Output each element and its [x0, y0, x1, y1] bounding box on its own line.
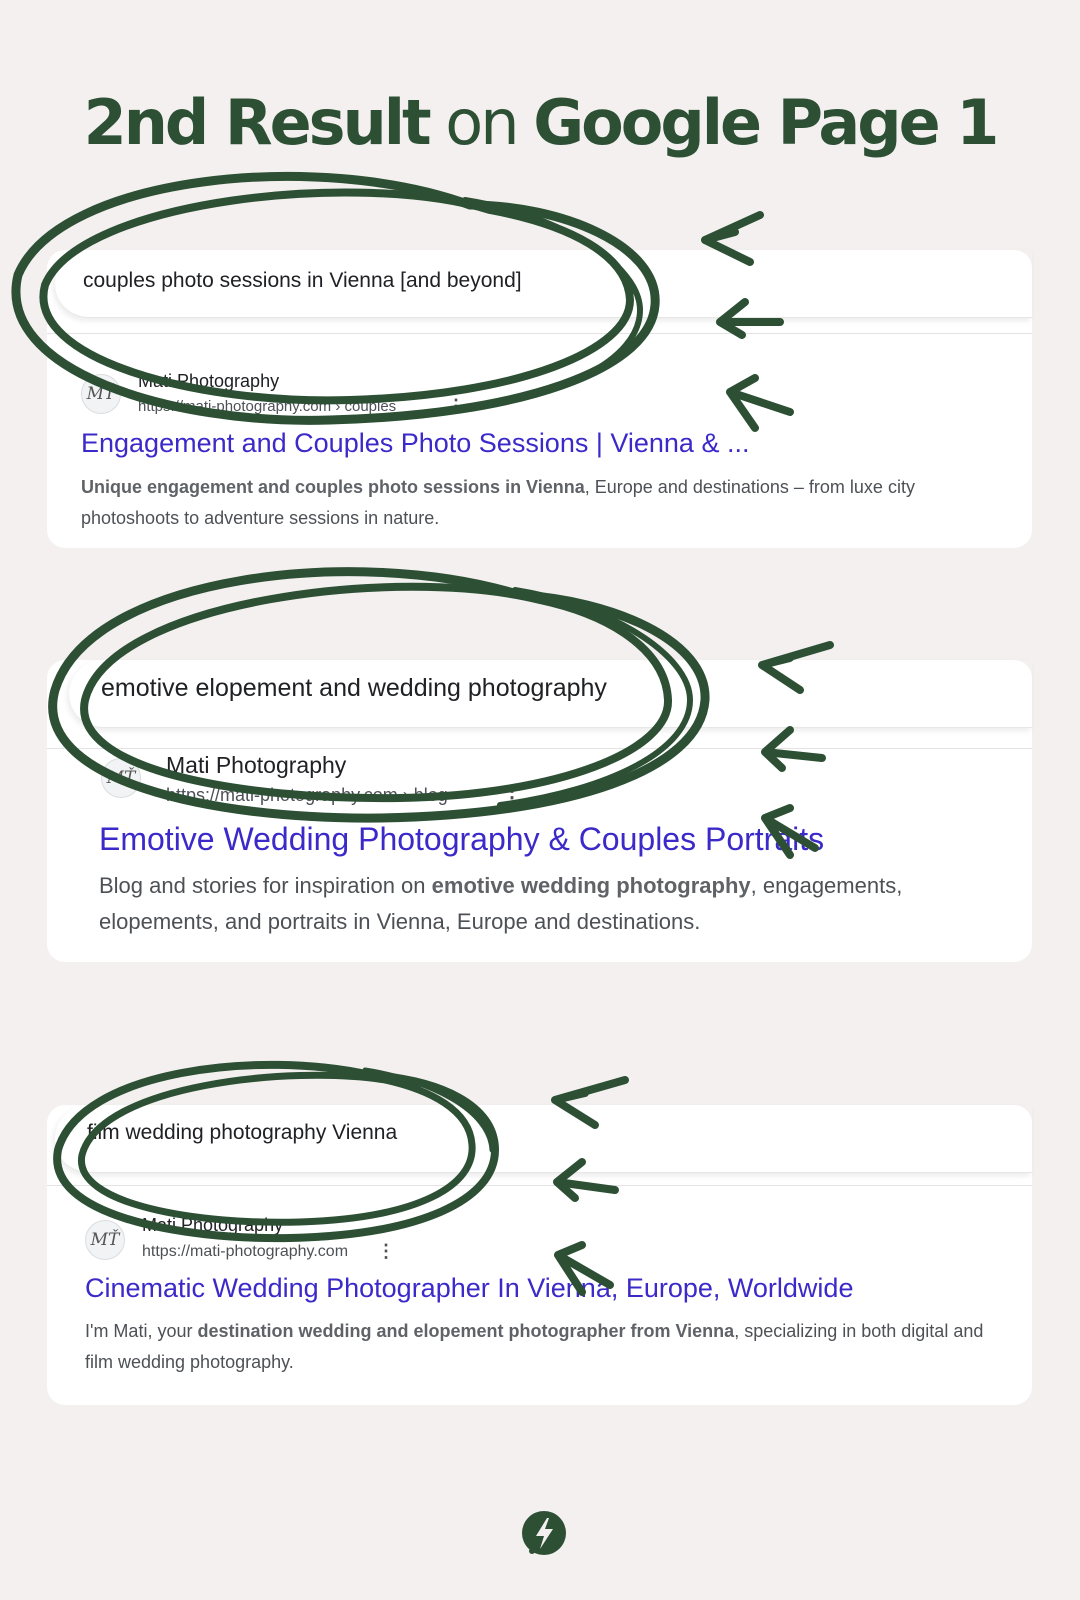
search-query-2[interactable]: emotive elopement and wedding photograph…: [101, 674, 607, 703]
result-title-1[interactable]: Engagement and Couples Photo Sessions | …: [81, 428, 749, 459]
search-query-3[interactable]: film wedding photography Vienna: [87, 1121, 397, 1145]
result-snippet-2: Blog and stories for inspiration on emot…: [99, 868, 999, 940]
site-name-3[interactable]: Mati Photography: [142, 1215, 283, 1236]
result-title-3[interactable]: Cinematic Wedding Photographer In Vienna…: [85, 1273, 853, 1304]
search-result-card-1: couples photo sessions in Vienna [and be…: [47, 250, 1032, 548]
monogram-favicon-icon: MŤ: [101, 758, 141, 798]
snippet-pre-2: Blog and stories for inspiration on: [99, 873, 432, 898]
site-name-2[interactable]: Mati Photography: [166, 752, 346, 779]
result-title-2[interactable]: Emotive Wedding Photography & Couples Po…: [99, 821, 824, 858]
favicon-glyph: MŤ: [90, 1230, 120, 1250]
monogram-favicon-icon: MŤ: [81, 374, 121, 414]
divider-2: [47, 748, 1032, 749]
snippet-bold-1: Unique engagement and couples photo sess…: [81, 477, 585, 497]
favicon-glyph: MŤ: [86, 384, 116, 404]
favicon-glyph: MŤ: [106, 768, 136, 788]
monogram-favicon-icon: MŤ: [85, 1220, 125, 1260]
site-url-2[interactable]: https://mati-photography.com › blog: [166, 785, 448, 806]
divider-3: [47, 1185, 1032, 1186]
site-url-1[interactable]: https://mati-photography.com › couples: [138, 398, 396, 415]
headline-part-3: Google Page 1: [533, 86, 999, 159]
search-result-card-2: emotive elopement and wedding photograph…: [47, 660, 1032, 962]
result-snippet-1: Unique engagement and couples photo sess…: [81, 472, 1011, 534]
site-url-3[interactable]: https://mati-photography.com: [142, 1243, 348, 1261]
snippet-bold-2: emotive wedding photography: [431, 873, 751, 898]
kebab-menu-icon[interactable]: ⋮: [502, 785, 522, 810]
divider-1: [47, 333, 1032, 334]
snippet-pre-3: I'm Mati, your: [85, 1321, 198, 1341]
search-result-card-3: film wedding photography Vienna MŤ Mati …: [47, 1105, 1032, 1405]
search-bar-1[interactable]: couples photo sessions in Vienna [and be…: [55, 250, 1032, 318]
site-name-1[interactable]: Mati Photography: [138, 371, 279, 392]
kebab-menu-icon[interactable]: ⋮: [377, 1241, 395, 1262]
lightning-bolt-logo-icon: [522, 1511, 566, 1555]
snippet-bold-3: destination wedding and elopement photog…: [197, 1321, 735, 1341]
search-bar-2[interactable]: emotive elopement and wedding photograph…: [69, 660, 1032, 728]
page-headline: 2nd Result on Google Page 1: [0, 86, 1080, 159]
kebab-menu-icon[interactable]: ⋮: [447, 396, 465, 417]
headline-part-1: 2nd Result: [83, 86, 432, 159]
search-bar-3[interactable]: film wedding photography Vienna: [55, 1105, 1032, 1173]
result-snippet-3: I'm Mati, your destination wedding and e…: [85, 1316, 1005, 1378]
headline-part-2: on: [428, 86, 534, 159]
search-query-1[interactable]: couples photo sessions in Vienna [and be…: [83, 269, 522, 293]
